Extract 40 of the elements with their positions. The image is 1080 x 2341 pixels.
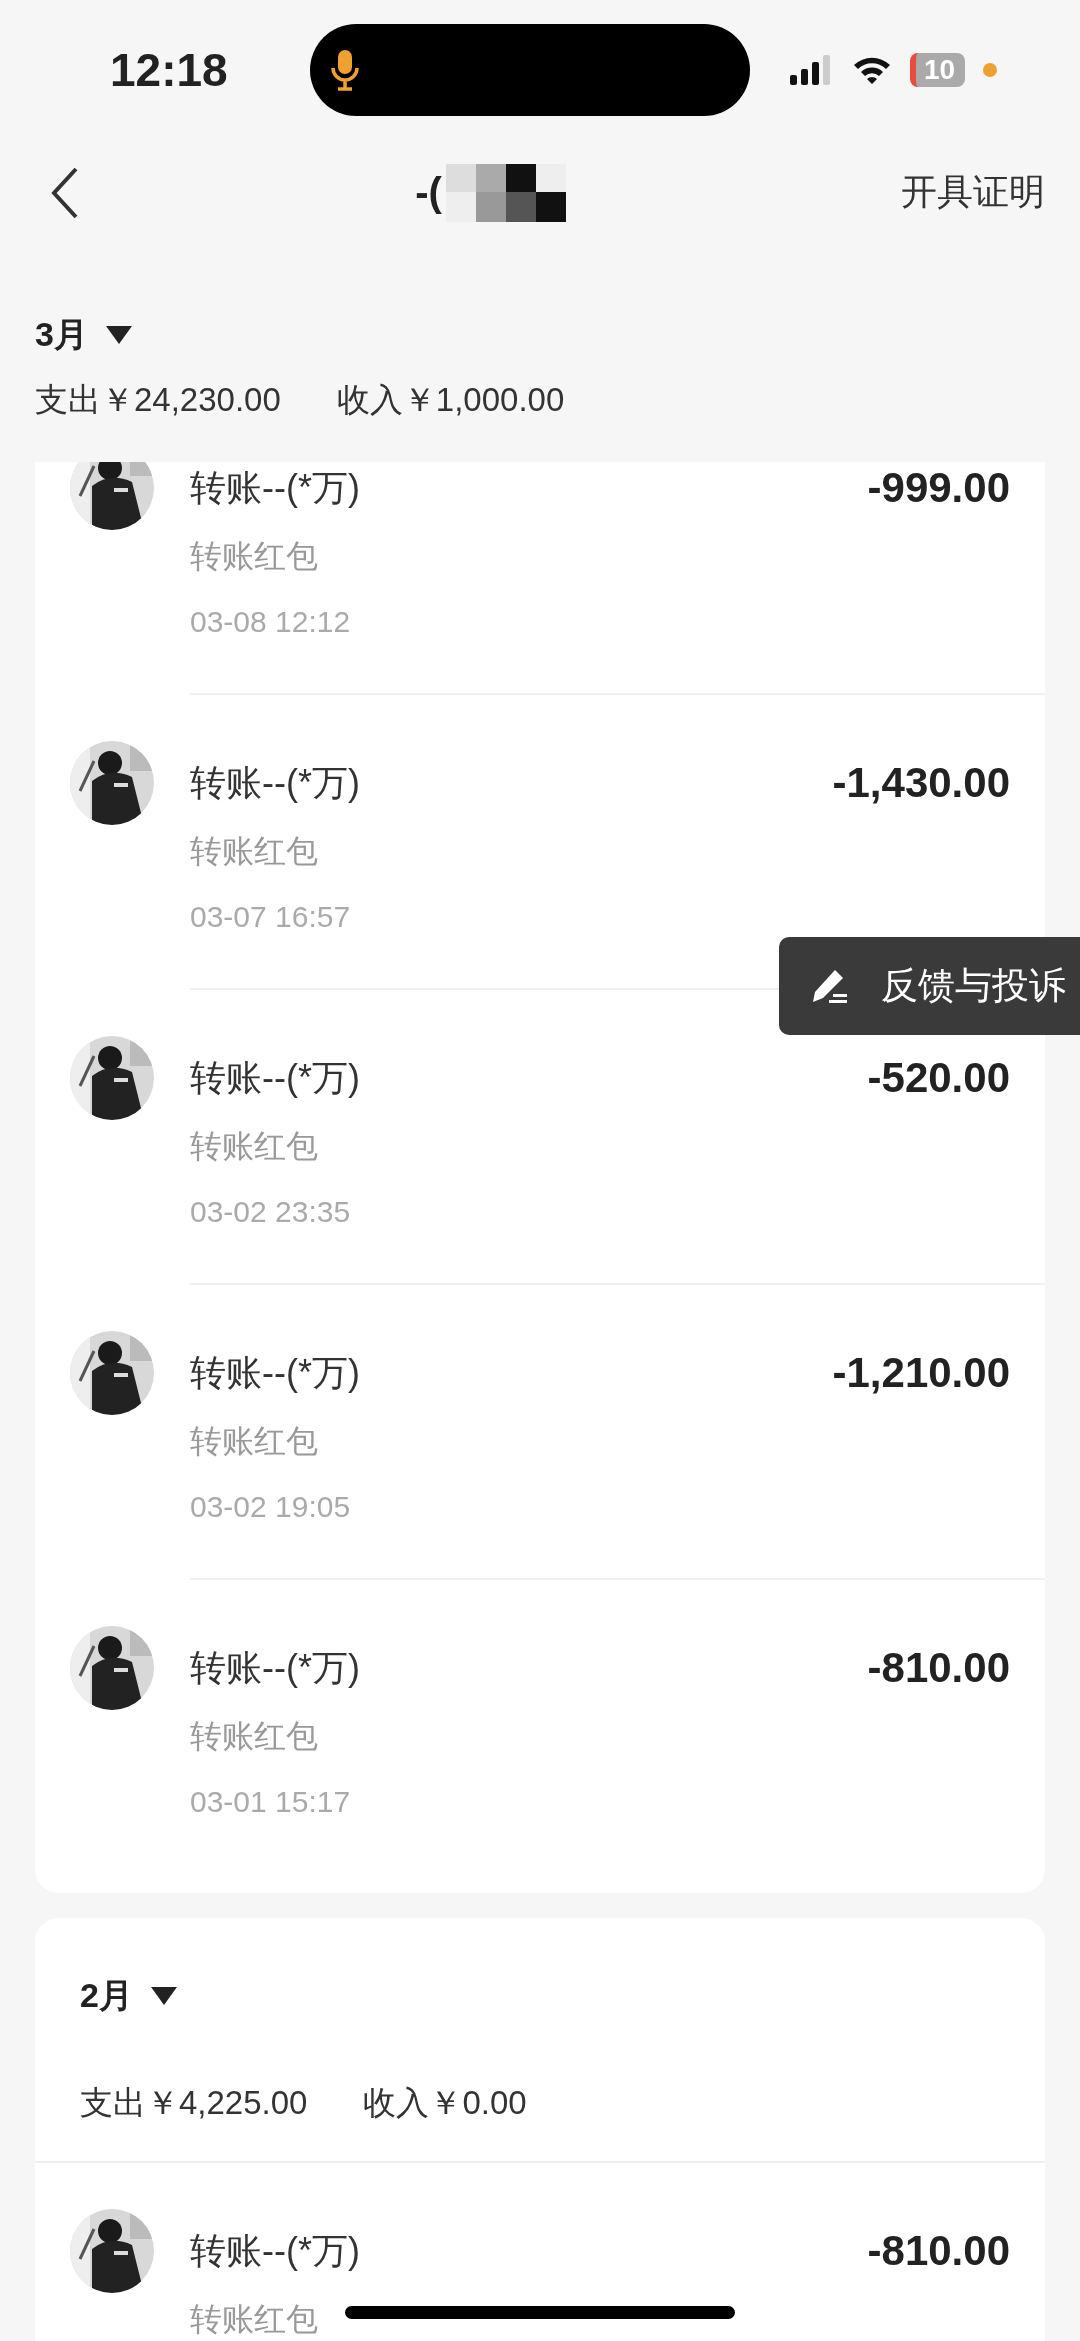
transaction-category: 转账红包	[190, 537, 318, 576]
battery-indicator: 10	[910, 53, 966, 87]
transaction-title: 转账--(*万)	[190, 2229, 360, 2273]
feedback-button[interactable]: 反馈与投诉	[779, 937, 1080, 1035]
transaction-title: 转账--(*万)	[190, 1056, 360, 1100]
transaction-title: 转账--(*万)	[190, 1646, 360, 1690]
transaction-amount: -810.00	[867, 1643, 1010, 1693]
month-selector[interactable]: 3月	[35, 312, 88, 358]
transaction-time: 03-07 16:57	[190, 899, 351, 935]
transaction-time: 03-08 12:12	[190, 604, 351, 640]
transaction-amount: -1,210.00	[832, 1348, 1010, 1398]
transaction-time: 03-02 23:35	[190, 1194, 351, 1230]
wifi-icon	[852, 55, 892, 85]
transaction-amount: -999.00	[867, 463, 1010, 513]
transaction-amount: -1,430.00	[832, 758, 1010, 808]
income-total: 收入￥1,000.00	[336, 380, 565, 420]
income-total: 收入￥0.00	[363, 2083, 527, 2123]
transaction-title: 转账--(*万)	[190, 761, 360, 805]
status-time: 12:18	[110, 43, 229, 97]
month-selector[interactable]: 2月	[80, 1973, 133, 2019]
transaction-amount: -520.00	[867, 1053, 1010, 1103]
expense-total: 支出￥4,225.00	[80, 2083, 308, 2123]
transaction-category: 转账红包	[190, 1127, 318, 1166]
transaction-category: 转账红包	[190, 2300, 318, 2339]
transaction-title: 转账--(*万)	[190, 1351, 360, 1395]
transaction-time: 03-02 19:05	[190, 1489, 351, 1525]
page-title: -(	[415, 170, 442, 215]
caret-icon[interactable]	[105, 326, 132, 344]
caret-icon[interactable]	[150, 1987, 177, 2005]
back-icon[interactable]	[50, 166, 80, 219]
transaction-amount: -810.00	[867, 2226, 1010, 2276]
transaction-category: 转账红包	[190, 832, 318, 871]
transaction-category: 转账红包	[190, 1717, 318, 1756]
transaction-category: 转账红包	[190, 1422, 318, 1461]
privacy-dot-icon	[983, 63, 998, 77]
expense-total: 支出￥24,230.00	[35, 380, 281, 420]
transaction-title: 转账--(*万)	[190, 466, 360, 510]
transaction-time: 03-01 15:17	[190, 1784, 351, 1820]
certificate-link[interactable]: 开具证明	[901, 168, 1045, 217]
microphone-icon	[330, 48, 360, 92]
